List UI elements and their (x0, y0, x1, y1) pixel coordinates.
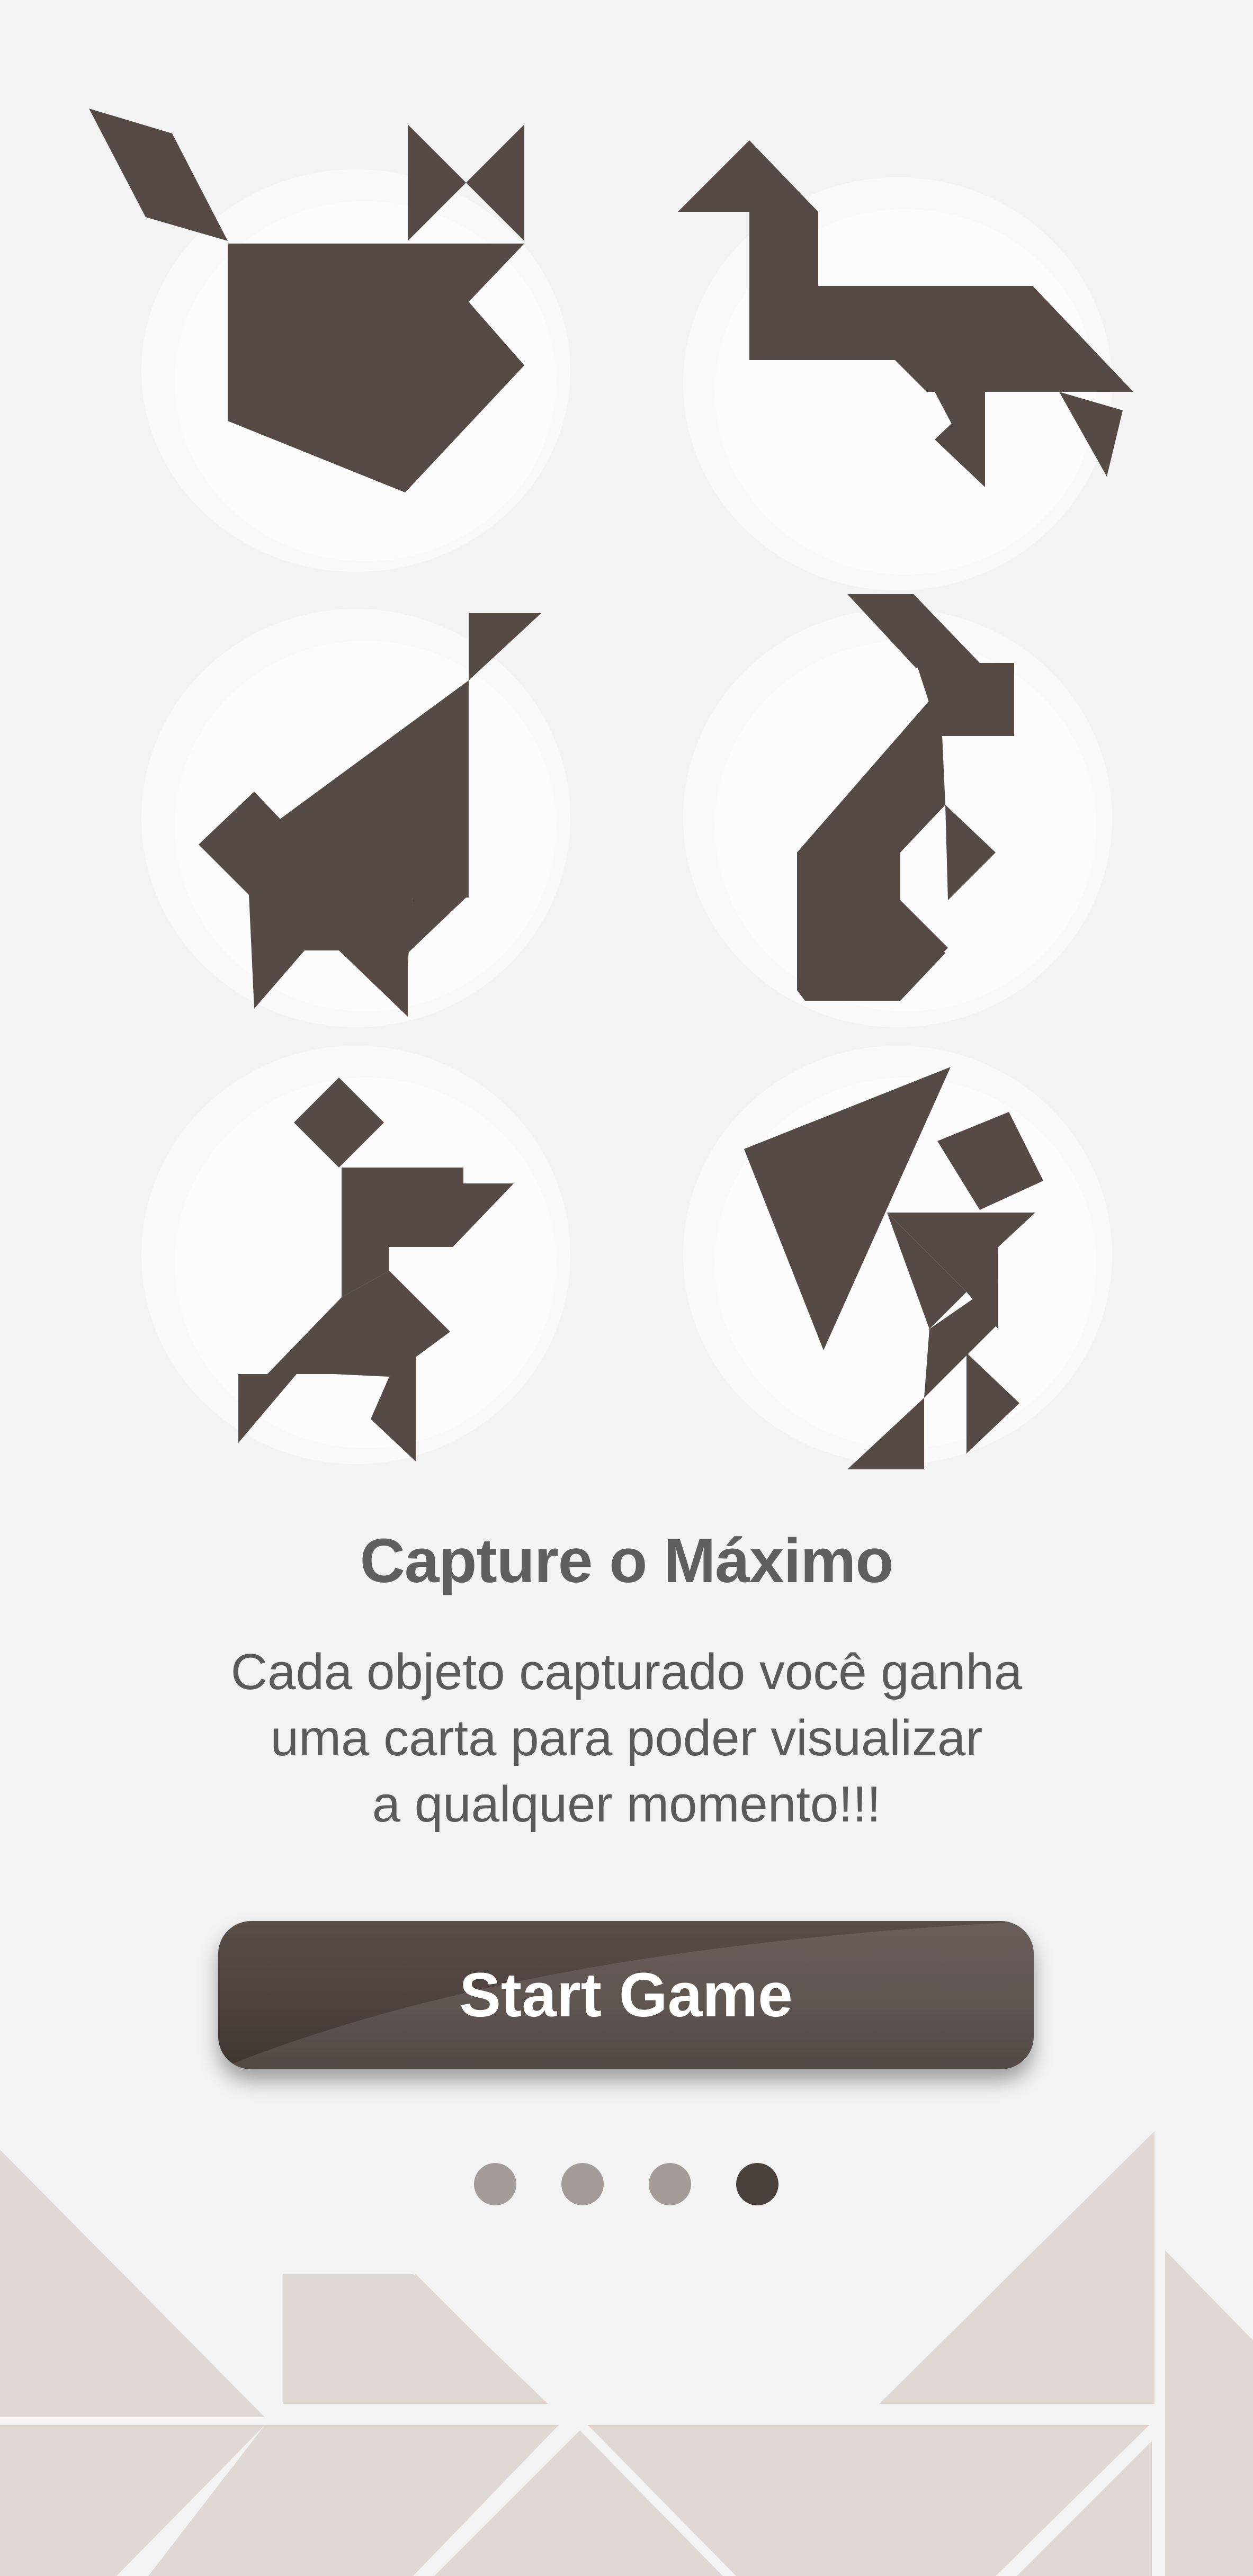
start-game-label: Start Game (459, 1960, 793, 2030)
description-line: Cada objeto capturado você ganha (230, 1644, 1023, 1700)
description-line: uma carta para poder visualizar (270, 1710, 983, 1766)
page-title: Capture o Máximo (360, 1526, 894, 1596)
description-line: a qualquer momento!!! (372, 1776, 881, 1833)
tangram-decoration (0, 2131, 1253, 2576)
tangram-figures (89, 109, 1133, 1469)
start-game-button[interactable]: Start Game (218, 1921, 1034, 2069)
onboarding-screen: Capture o Máximo Cada objeto capturado v… (0, 0, 1253, 2576)
description: Cada objeto capturado você ganha uma car… (0, 1639, 1253, 1837)
